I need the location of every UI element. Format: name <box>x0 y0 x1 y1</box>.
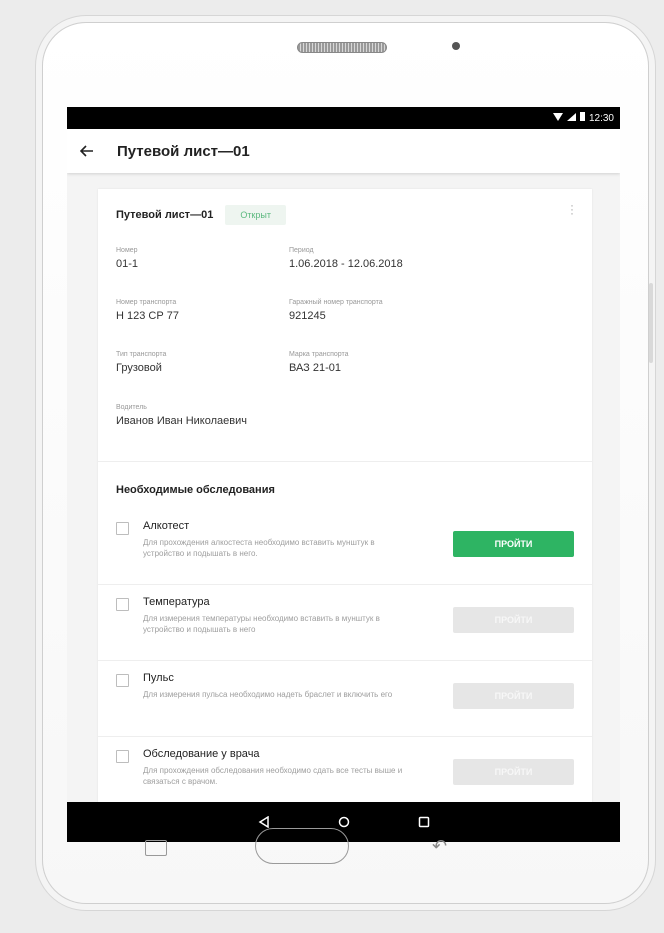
hardware-recents-icon[interactable] <box>145 840 167 856</box>
field-transport-number: Номер транспорта Н 123 СР 77 <box>116 299 179 322</box>
start-pulse-button[interactable]: ПРОЙТИ <box>453 683 574 709</box>
field-label: Гаражный номер транспорта <box>289 299 383 306</box>
exam-name: Алкотест <box>143 520 190 532</box>
front-camera <box>452 42 460 50</box>
exam-item-alcotest: Алкотест Для прохождения алкостеста необ… <box>98 509 592 585</box>
more-vert-icon[interactable]: · · · <box>570 199 574 219</box>
divider <box>98 461 592 462</box>
wifi-icon <box>552 112 563 124</box>
waybill-card: Путевой лист—01 Открыт · · · Номер 01-1 Пе… <box>98 189 592 802</box>
start-doctor-exam-button[interactable]: ПРОЙТИ <box>453 759 574 785</box>
field-label: Водитель <box>116 404 147 411</box>
exams-section-title: Необходимые обследования <box>116 484 275 496</box>
content-area: Путевой лист—01 Открыт · · · Номер 01-1 Пе… <box>67 173 620 802</box>
field-value: 1.06.2018 - 12.06.2018 <box>289 258 403 270</box>
field-label: Марка транспорта <box>289 351 349 358</box>
field-value: 01-1 <box>116 258 139 270</box>
back-arrow-icon[interactable] <box>67 141 107 162</box>
battery-icon <box>579 112 585 124</box>
field-label: Номер <box>116 247 138 254</box>
exam-name: Температура <box>143 596 210 608</box>
start-temperature-button[interactable]: ПРОЙТИ <box>453 607 574 633</box>
exam-name: Пульс <box>143 672 174 684</box>
volume-button <box>649 283 653 363</box>
field-driver: Водитель Иванов Иван Николаевич <box>116 404 247 427</box>
field-transport-type: Тип транспорта Грузовой <box>116 351 166 374</box>
field-garage-number: Гаражный номер транспорта 921245 <box>289 299 383 322</box>
field-value: ВАЗ 21-01 <box>289 362 342 374</box>
app-bar: Путевой лист—01 <box>67 129 620 173</box>
field-transport-brand: Марка транспорта ВАЗ 21-01 <box>289 351 349 374</box>
field-number: Номер 01-1 <box>116 247 138 270</box>
status-time: 12:30 <box>588 112 614 124</box>
field-value: Иванов Иван Николаевич <box>116 415 247 427</box>
start-alcotest-button[interactable]: ПРОЙТИ <box>453 531 574 557</box>
exam-item-temperature: Температура Для измерения температуры не… <box>98 585 592 661</box>
exam-item-pulse: Пульс Для измерения пульса необходимо на… <box>98 661 592 737</box>
field-value: Грузовой <box>116 362 162 374</box>
speaker-grille <box>297 42 387 53</box>
hardware-back-icon[interactable]: ↶ <box>432 836 447 857</box>
status-badge: Открыт <box>225 205 286 225</box>
exam-checkbox[interactable] <box>116 750 129 763</box>
exam-description: Для измерения пульса необходимо надеть б… <box>143 690 393 699</box>
nav-recents-icon[interactable] <box>415 813 433 831</box>
exam-description: Для прохождения алкостеста необходимо вс… <box>143 538 375 558</box>
exam-description: Для измерения температуры необходимо вст… <box>143 614 380 634</box>
exam-description: Для прохождения обследования необходимо … <box>143 766 403 786</box>
exam-checkbox[interactable] <box>116 674 129 687</box>
signal-icon <box>566 112 576 124</box>
page-title: Путевой лист—01 <box>117 142 250 160</box>
field-value: Н 123 СР 77 <box>116 310 179 322</box>
field-value: 921245 <box>289 310 326 322</box>
field-label: Тип транспорта <box>116 351 167 358</box>
field-label: Период <box>289 247 314 254</box>
card-title: Путевой лист—01 <box>116 209 214 221</box>
field-period: Период 1.06.2018 - 12.06.2018 <box>289 247 403 270</box>
hardware-home-button[interactable] <box>255 828 349 864</box>
field-label: Номер транспорта <box>116 299 177 306</box>
exam-checkbox[interactable] <box>116 598 129 611</box>
status-bar: 12:30 <box>67 107 620 129</box>
exam-item-doctor: Обследование у врача Для прохождения обс… <box>98 737 592 802</box>
exam-checkbox[interactable] <box>116 522 129 535</box>
card-header: Путевой лист—01 Открыт · · · <box>98 189 592 241</box>
device-screen: 12:30 Путевой лист—01 Путевой лист—01 От… <box>67 107 620 842</box>
exam-name: Обследование у врача <box>143 748 260 760</box>
